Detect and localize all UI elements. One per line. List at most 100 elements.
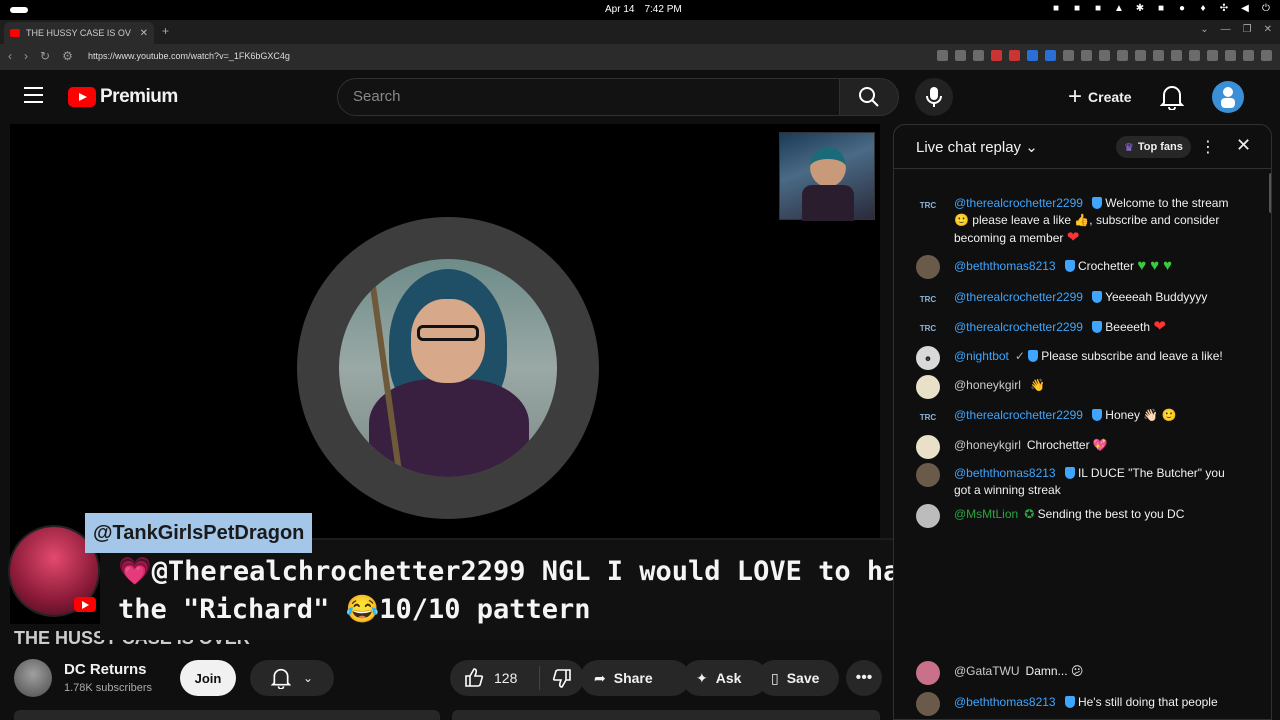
extension-icon[interactable] bbox=[1081, 50, 1092, 61]
chat-author[interactable]: @beththomas8213 bbox=[954, 695, 1056, 709]
verified-badge-icon bbox=[1091, 321, 1102, 333]
chat-scrollbar[interactable] bbox=[1269, 173, 1271, 213]
verified-badge-icon bbox=[1091, 291, 1102, 303]
youtube-badge-icon bbox=[74, 597, 96, 612]
activities-indicator[interactable] bbox=[10, 7, 28, 13]
verified-badge-icon bbox=[1091, 197, 1102, 209]
voice-search-button[interactable] bbox=[915, 78, 953, 116]
system-clock[interactable]: Apr 14 7:42 PM bbox=[605, 4, 692, 15]
forward-icon[interactable]: › bbox=[24, 49, 28, 63]
channel-name[interactable]: DC Returns bbox=[64, 661, 147, 678]
chat-author[interactable]: @nightbot bbox=[954, 349, 1009, 363]
sparkle-icon: ✦ bbox=[696, 669, 708, 686]
extension-icon[interactable] bbox=[1045, 50, 1056, 61]
chat-author[interactable]: @therealcrochetter2299 bbox=[954, 320, 1083, 334]
extension-icon[interactable] bbox=[1189, 50, 1200, 61]
chat-author[interactable]: @beththomas8213 bbox=[954, 466, 1056, 480]
like-dislike-group: 128 bbox=[450, 660, 584, 696]
extension-icon[interactable] bbox=[991, 50, 1002, 61]
search-button[interactable] bbox=[839, 78, 899, 116]
record-icon[interactable]: ● bbox=[1176, 3, 1188, 14]
chat-author[interactable]: @MsMtLion bbox=[954, 507, 1018, 521]
close-window-icon[interactable]: ✕ bbox=[1264, 24, 1272, 35]
window-controls: ⌄ — ❐ ✕ bbox=[1200, 24, 1272, 35]
hamburger-menu-icon[interactable] bbox=[24, 87, 43, 103]
chat-text: Please subscribe and leave a like! bbox=[1041, 349, 1223, 363]
save-label: Save bbox=[786, 670, 820, 686]
create-button[interactable]: + Create bbox=[1062, 80, 1140, 114]
extension-icon[interactable] bbox=[1063, 50, 1074, 61]
extension-icon[interactable] bbox=[955, 50, 966, 61]
chat-text: Sending the best to you DC bbox=[1037, 507, 1185, 521]
browser-tab[interactable]: THE HUSSY CASE IS OV ✕ bbox=[4, 22, 154, 44]
extension-icon[interactable] bbox=[1207, 50, 1218, 61]
search-input[interactable]: Search bbox=[337, 78, 840, 116]
more-actions-button[interactable]: ••• bbox=[846, 660, 882, 696]
crown-icon: ♛ bbox=[1124, 141, 1134, 154]
chat-author[interactable]: @honeykgirl bbox=[954, 378, 1021, 392]
dislike-button[interactable] bbox=[540, 668, 584, 688]
plus-icon: + bbox=[1068, 83, 1083, 110]
chat-author[interactable]: @beththomas8213 bbox=[954, 259, 1056, 273]
extension-icon[interactable] bbox=[1009, 50, 1020, 61]
chat-author[interactable]: @therealcrochetter2299 bbox=[954, 290, 1083, 304]
network-icon[interactable]: ✣ bbox=[1218, 3, 1230, 14]
extension-icon[interactable] bbox=[1225, 50, 1236, 61]
close-chat-icon[interactable]: ✕ bbox=[1236, 135, 1251, 156]
subscription-bell-button[interactable]: ⌄ bbox=[250, 660, 334, 696]
gata-avatar bbox=[916, 661, 940, 685]
verified-badge-icon bbox=[1064, 260, 1075, 272]
chat-mode-selector[interactable]: Live chat replay ⌄ bbox=[916, 138, 1038, 156]
extension-icon[interactable] bbox=[1243, 50, 1254, 61]
reload-icon[interactable]: ↻ bbox=[40, 49, 50, 63]
app-icon[interactable]: ■ bbox=[1050, 3, 1062, 14]
bell-icon bbox=[270, 668, 291, 689]
app-icon[interactable]: ■ bbox=[1155, 3, 1167, 14]
chat-author[interactable]: @honeykgirl bbox=[954, 438, 1021, 452]
join-button[interactable]: Join bbox=[180, 660, 236, 696]
extension-icon[interactable] bbox=[1135, 50, 1146, 61]
minimize-icon[interactable]: — bbox=[1221, 24, 1231, 35]
chat-header: Live chat replay ⌄ ♛ Top fans ⋮ ✕ bbox=[894, 125, 1271, 169]
maximize-icon[interactable]: ❐ bbox=[1243, 24, 1252, 35]
ask-button[interactable]: ✦ Ask bbox=[682, 660, 768, 696]
mic-icon[interactable]: ♦ bbox=[1197, 3, 1209, 14]
extension-icon[interactable] bbox=[1117, 50, 1128, 61]
share-label: Share bbox=[613, 670, 653, 686]
extension-icon[interactable] bbox=[1027, 50, 1038, 61]
settings-icon[interactable]: ✱ bbox=[1134, 3, 1146, 14]
extension-icon[interactable] bbox=[937, 50, 948, 61]
share-button[interactable]: ➦ Share bbox=[580, 660, 690, 696]
browser-menu-icon[interactable] bbox=[1261, 50, 1272, 61]
app-icon[interactable]: ▲ bbox=[1113, 3, 1125, 14]
save-button[interactable]: ▯ Save bbox=[757, 660, 839, 696]
extension-icon[interactable] bbox=[1099, 50, 1110, 61]
site-info-icon[interactable]: ⚙ bbox=[62, 49, 73, 63]
address-input[interactable]: https://www.youtube.com/watch?v=_1FK6bGX… bbox=[88, 51, 290, 61]
youtube-premium-logo[interactable]: Premium bbox=[68, 86, 178, 108]
honey-avatar bbox=[916, 375, 940, 399]
chat-author[interactable]: @therealcrochetter2299 bbox=[954, 408, 1083, 422]
extension-icon[interactable] bbox=[1153, 50, 1164, 61]
back-icon[interactable]: ‹ bbox=[8, 49, 12, 63]
chat-author[interactable]: @GataTWU bbox=[954, 664, 1020, 678]
heart-icon: ❤ bbox=[1153, 318, 1166, 335]
close-tab-icon[interactable]: ✕ bbox=[140, 28, 148, 39]
extension-icon[interactable] bbox=[973, 50, 984, 61]
commenter-handle: @TankGirlsPetDragon bbox=[85, 513, 313, 553]
chat-menu-icon[interactable]: ⋮ bbox=[1200, 137, 1216, 157]
top-fans-button[interactable]: ♛ Top fans bbox=[1116, 136, 1191, 158]
extension-icon[interactable] bbox=[1171, 50, 1182, 61]
app-icon[interactable]: ■ bbox=[1092, 3, 1104, 14]
logo-text: Premium bbox=[100, 86, 178, 107]
like-button[interactable]: 128 bbox=[450, 666, 540, 690]
notifications-button[interactable] bbox=[1159, 84, 1185, 115]
account-avatar[interactable] bbox=[1212, 81, 1244, 113]
channel-avatar[interactable] bbox=[14, 659, 52, 697]
power-icon[interactable]: ⏻ bbox=[1260, 3, 1272, 14]
app-icon[interactable]: ■ bbox=[1071, 3, 1083, 14]
tab-list-icon[interactable]: ⌄ bbox=[1200, 24, 1208, 35]
chat-author[interactable]: @therealcrochetter2299 bbox=[954, 196, 1083, 210]
new-tab-icon[interactable]: + bbox=[162, 24, 169, 38]
volume-icon[interactable]: ◀ bbox=[1239, 3, 1251, 14]
